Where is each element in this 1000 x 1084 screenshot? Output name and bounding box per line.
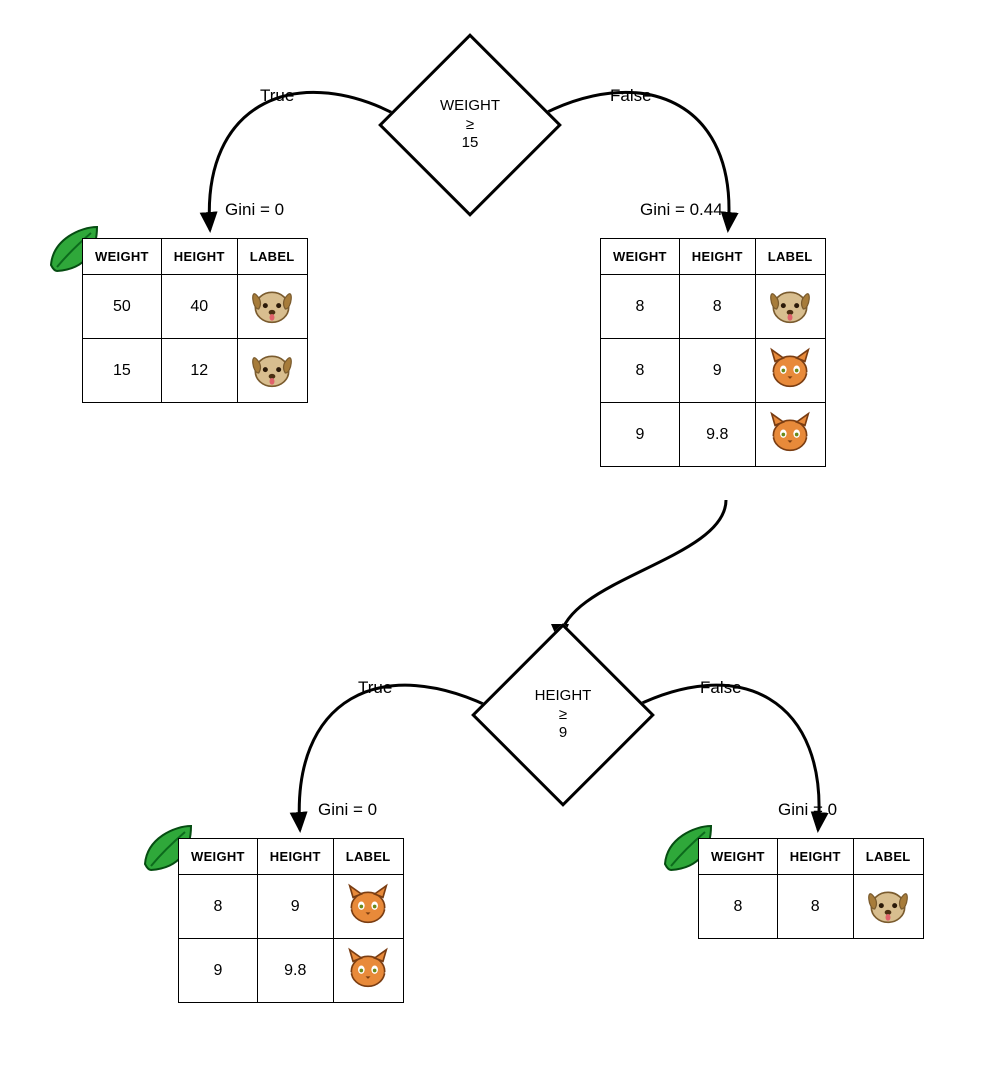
gini-label-c: Gini = 0 bbox=[318, 800, 377, 820]
gini-label-a: Gini = 0 bbox=[225, 200, 284, 220]
gini-label-d: Gini = 0 bbox=[778, 800, 837, 820]
cell-weight: 50 bbox=[83, 275, 162, 339]
cell-height: 9.8 bbox=[679, 403, 755, 467]
cell-height: 8 bbox=[679, 275, 755, 339]
table-header: WEIGHT bbox=[179, 839, 258, 875]
dog-icon bbox=[247, 281, 297, 327]
table-header: WEIGHT bbox=[601, 239, 680, 275]
table-header: HEIGHT bbox=[777, 839, 853, 875]
table-header: LABEL bbox=[853, 839, 923, 875]
decision2-feature: HEIGHT bbox=[535, 687, 592, 706]
table-row: 99.8 bbox=[179, 939, 404, 1003]
cell-label bbox=[853, 875, 923, 939]
cell-label bbox=[755, 339, 825, 403]
table-row: 89 bbox=[179, 875, 404, 939]
decision2-threshold: 9 bbox=[559, 724, 567, 743]
decision1-threshold: 15 bbox=[462, 134, 479, 153]
cell-weight: 8 bbox=[601, 275, 680, 339]
table-header: WEIGHT bbox=[83, 239, 162, 275]
edge-label-false-2: False bbox=[700, 678, 742, 698]
cell-height: 40 bbox=[161, 275, 237, 339]
cell-label bbox=[237, 339, 307, 403]
decision2-op: ≥ bbox=[559, 706, 567, 725]
leaf-table-c: WEIGHTHEIGHTLABEL8999.8 bbox=[178, 838, 404, 1003]
cell-weight: 9 bbox=[179, 939, 258, 1003]
dog-icon bbox=[863, 881, 913, 927]
cat-icon bbox=[765, 409, 815, 455]
cat-icon bbox=[765, 345, 815, 391]
node-table-b: WEIGHTHEIGHTLABEL888999.8 bbox=[600, 238, 826, 467]
table-header: LABEL bbox=[333, 839, 403, 875]
decision-tree-diagram: WEIGHT ≥ 15 True False Gini = 0 WEIGHTHE… bbox=[0, 0, 1000, 1084]
table-header: HEIGHT bbox=[679, 239, 755, 275]
cell-height: 9 bbox=[257, 875, 333, 939]
decision-node-2: HEIGHT ≥ 9 bbox=[471, 623, 655, 807]
table-header: LABEL bbox=[237, 239, 307, 275]
table-row: 88 bbox=[699, 875, 924, 939]
cell-label bbox=[333, 939, 403, 1003]
cell-height: 9 bbox=[679, 339, 755, 403]
cell-label bbox=[755, 403, 825, 467]
table-header: HEIGHT bbox=[161, 239, 237, 275]
cat-icon bbox=[343, 881, 393, 927]
gini-label-b: Gini = 0.44 bbox=[640, 200, 723, 220]
dog-icon bbox=[765, 281, 815, 327]
leaf-table-d: WEIGHTHEIGHTLABEL88 bbox=[698, 838, 924, 939]
cat-icon bbox=[343, 945, 393, 991]
table-row: 88 bbox=[601, 275, 826, 339]
table-row: 99.8 bbox=[601, 403, 826, 467]
cell-label bbox=[333, 875, 403, 939]
table-header: WEIGHT bbox=[699, 839, 778, 875]
decision1-op: ≥ bbox=[466, 116, 474, 135]
edge-label-true-1: True bbox=[260, 86, 294, 106]
table-row: 5040 bbox=[83, 275, 308, 339]
cell-label bbox=[237, 275, 307, 339]
decision1-feature: WEIGHT bbox=[440, 97, 500, 116]
cell-weight: 8 bbox=[601, 339, 680, 403]
edge-label-false-1: False bbox=[610, 86, 652, 106]
cell-weight: 15 bbox=[83, 339, 162, 403]
leaf-table-a: WEIGHTHEIGHTLABEL50401512 bbox=[82, 238, 308, 403]
table-row: 1512 bbox=[83, 339, 308, 403]
decision-node-1: WEIGHT ≥ 15 bbox=[378, 33, 562, 217]
cell-weight: 9 bbox=[601, 403, 680, 467]
cell-height: 9.8 bbox=[257, 939, 333, 1003]
cell-label bbox=[755, 275, 825, 339]
table-header: LABEL bbox=[755, 239, 825, 275]
cell-height: 8 bbox=[777, 875, 853, 939]
cell-height: 12 bbox=[161, 339, 237, 403]
cell-weight: 8 bbox=[179, 875, 258, 939]
cell-weight: 8 bbox=[699, 875, 778, 939]
dog-icon bbox=[247, 345, 297, 391]
edge-label-true-2: True bbox=[358, 678, 392, 698]
table-row: 89 bbox=[601, 339, 826, 403]
table-header: HEIGHT bbox=[257, 839, 333, 875]
